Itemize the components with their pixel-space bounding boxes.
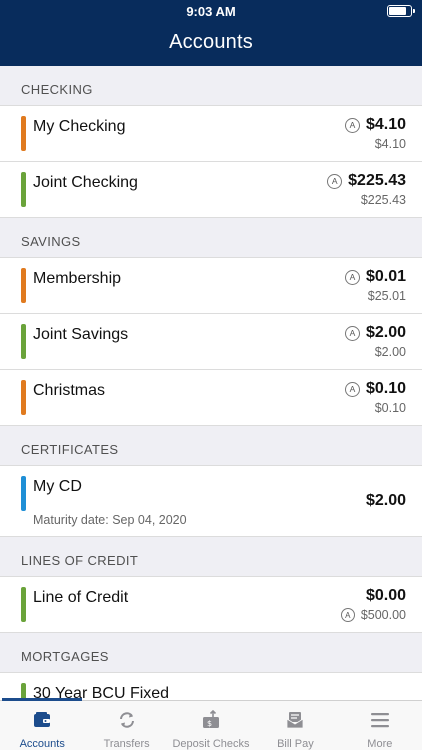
- current-balance: $225.43: [360, 193, 406, 207]
- deposit-check-icon: $: [203, 710, 220, 728]
- current-balance: $0.00: [365, 587, 406, 604]
- accounts-list[interactable]: CHECKING My Checking A $4.10 $4.10 Joint…: [0, 66, 422, 700]
- account-color-bar: [21, 476, 26, 511]
- available-amount: $2.00: [365, 324, 406, 341]
- account-color-bar: [21, 116, 26, 151]
- account-name: My Checking: [33, 118, 126, 135]
- app-header: 9:03 AM Accounts: [0, 0, 422, 66]
- account-color-bar: [21, 268, 26, 303]
- available-badge-icon: A: [344, 269, 360, 285]
- status-bar: 9:03 AM: [0, 0, 422, 22]
- available-badge-icon: A: [344, 381, 360, 397]
- page-title: Accounts: [169, 31, 253, 53]
- battery-icon: [387, 5, 415, 17]
- tab-deposit-checks[interactable]: $ Deposit Checks: [169, 701, 253, 750]
- account-color-bar: [21, 380, 26, 415]
- section-header-checking: CHECKING: [0, 66, 422, 106]
- available-badge-icon: A: [344, 325, 360, 341]
- tab-label: More: [367, 738, 393, 750]
- account-row-line-of-credit[interactable]: Line of Credit $0.00 A $500.00: [0, 577, 422, 633]
- available-amount: $0.01: [365, 268, 406, 285]
- account-row-my-checking[interactable]: My Checking A $4.10 $4.10: [0, 106, 422, 162]
- maturity-date: Maturity date: Sep 04, 2020: [33, 513, 187, 527]
- account-row-my-cd[interactable]: My CD Maturity date: Sep 04, 2020 $2.00: [0, 466, 422, 537]
- section-header-mortgages: MORTGAGES: [0, 633, 422, 673]
- status-time: 9:03 AM: [186, 4, 236, 19]
- available-amount: $500.00: [360, 608, 406, 622]
- wallet-icon: [34, 712, 51, 727]
- account-name: Joint Savings: [33, 326, 129, 343]
- current-balance: $2.00: [374, 345, 406, 359]
- available-amount: $0.10: [365, 380, 406, 397]
- current-balance: $0.10: [374, 401, 406, 415]
- account-row-membership[interactable]: Membership A $0.01 $25.01: [0, 258, 422, 314]
- transfer-arrows-icon: [119, 712, 134, 728]
- account-color-bar: [21, 587, 26, 622]
- tab-label: Deposit Checks: [172, 738, 250, 750]
- available-badge-icon: A: [327, 173, 343, 189]
- account-row-joint-savings[interactable]: Joint Savings A $2.00 $2.00: [0, 314, 422, 370]
- svg-text:$: $: [207, 719, 212, 728]
- menu-icon: [370, 713, 389, 728]
- account-name: Line of Credit: [33, 589, 129, 606]
- tab-bar: Accounts Transfers $ Deposit Checks Bill…: [0, 698, 422, 750]
- available-amount: $225.43: [348, 172, 406, 189]
- account-name: My CD: [33, 478, 82, 495]
- account-name: Joint Checking: [33, 174, 138, 191]
- account-color-bar: [21, 324, 26, 359]
- account-row-30-year-bcu-fixed[interactable]: 30 Year BCU Fixed: [0, 673, 422, 700]
- current-balance: $2.00: [365, 492, 406, 509]
- section-header-savings: SAVINGS: [0, 218, 422, 258]
- section-header-lines-of-credit: LINES OF CREDIT: [0, 537, 422, 577]
- section-header-certificates: CERTIFICATES: [0, 426, 422, 466]
- tab-transfers[interactable]: Transfers: [84, 701, 168, 750]
- available-badge-icon: A: [344, 117, 360, 133]
- available-badge-icon: A: [340, 608, 355, 622]
- tab-label: Bill Pay: [277, 738, 314, 750]
- account-row-christmas[interactable]: Christmas A $0.10 $0.10: [0, 370, 422, 426]
- account-name: Membership: [33, 270, 122, 287]
- tab-label: Transfers: [103, 738, 150, 750]
- tab-more[interactable]: More: [338, 701, 422, 750]
- account-name: Christmas: [33, 382, 106, 399]
- tab-bill-pay[interactable]: Bill Pay: [253, 701, 337, 750]
- account-row-joint-checking[interactable]: Joint Checking A $225.43 $225.43: [0, 162, 422, 218]
- tab-accounts[interactable]: Accounts: [0, 701, 84, 750]
- bill-pay-envelope-icon: [287, 712, 304, 729]
- account-color-bar: [21, 172, 26, 207]
- tab-label: Accounts: [19, 738, 65, 750]
- current-balance: $4.10: [374, 137, 406, 151]
- current-balance: $25.01: [367, 289, 406, 303]
- available-amount: $4.10: [365, 116, 406, 133]
